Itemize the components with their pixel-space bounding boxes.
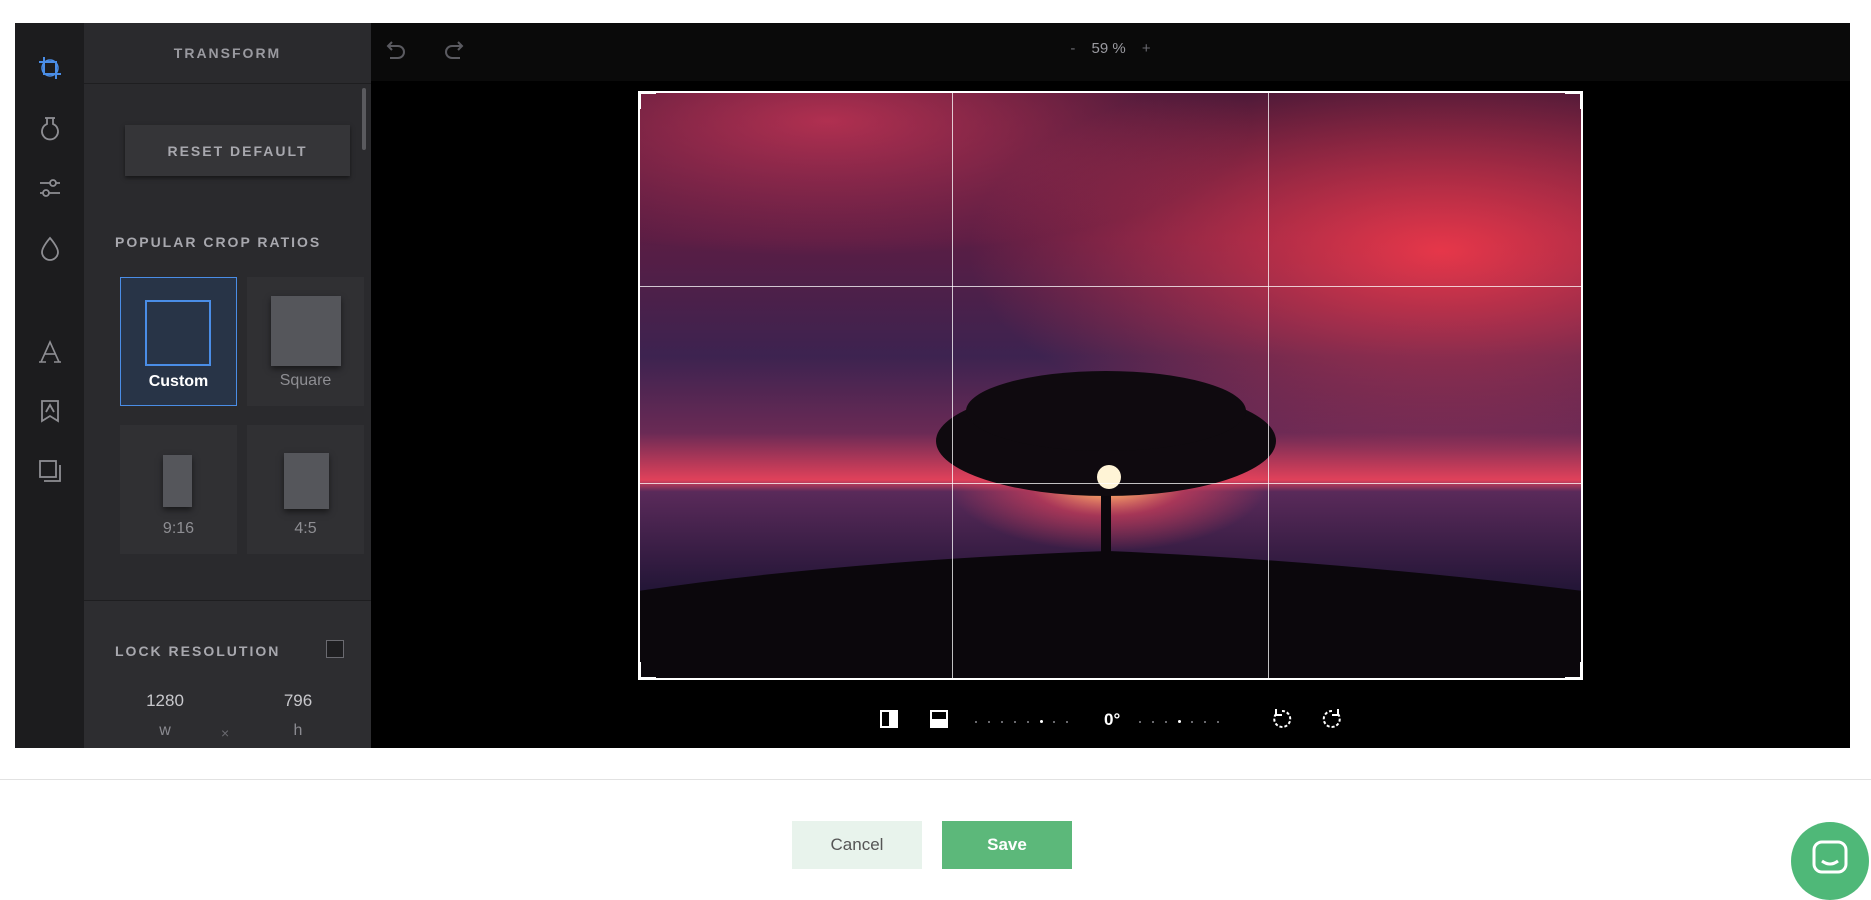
rotate-right-icon[interactable] <box>1318 705 1346 733</box>
zoom-in-button[interactable]: + <box>1130 40 1163 57</box>
panel-header: TRANSFORM <box>84 23 371 84</box>
ratio-custom-label: Custom <box>148 373 209 390</box>
lock-resolution-checkbox[interactable] <box>326 640 344 658</box>
crop-frame <box>638 91 1583 680</box>
top-toolbar: - 59 % + <box>371 23 1850 81</box>
zoom-level: 59 % <box>1091 40 1126 57</box>
height-input[interactable]: 796 <box>243 691 353 711</box>
width-input[interactable]: 1280 <box>110 691 220 711</box>
crop-area[interactable] <box>638 91 1583 680</box>
crop-handle-top-left[interactable] <box>638 91 656 109</box>
rotation-angle: 0° <box>1104 710 1121 729</box>
ratio-square-shape <box>271 296 341 366</box>
flip-horizontal-icon[interactable] <box>875 705 903 733</box>
crop-handle-top-right[interactable] <box>1565 91 1583 109</box>
ratio-9-16-shape <box>163 455 192 507</box>
lock-resolution-section: LOCK RESOLUTION 1280 796 w h × <box>84 600 371 748</box>
panel-title: TRANSFORM <box>173 45 282 61</box>
zoom-control: - 59 % + <box>371 40 1850 57</box>
ratio-square-label: Square <box>279 372 332 389</box>
chat-icon <box>1812 840 1848 874</box>
ratio-custom[interactable]: Custom <box>120 277 237 406</box>
rotation-toolbar: 0° <box>371 703 1850 743</box>
flip-vertical-icon[interactable] <box>925 705 953 733</box>
ratio-4-5-label: 4:5 <box>294 520 317 537</box>
ratio-custom-shape <box>145 300 211 366</box>
rotation-slider[interactable] <box>971 703 1221 739</box>
drop-icon[interactable] <box>37 235 63 261</box>
crop-handle-bottom-right[interactable] <box>1565 662 1583 680</box>
frame-icon[interactable] <box>37 458 63 484</box>
cancel-button[interactable]: Cancel <box>792 821 922 869</box>
image-editor: TRANSFORM RESET DEFAULT POPULAR CROP RAT… <box>15 23 1850 748</box>
tool-rail <box>15 23 84 748</box>
save-button[interactable]: Save <box>942 821 1072 869</box>
ratio-4-5[interactable]: 4:5 <box>247 425 364 554</box>
crop-ratios-heading: POPULAR CROP RATIOS <box>115 234 322 250</box>
ratio-square[interactable]: Square <box>247 277 364 406</box>
text-icon[interactable] <box>37 339 63 365</box>
ratio-9-16-label: 9:16 <box>162 520 195 537</box>
ratio-9-16[interactable]: 9:16 <box>120 425 237 554</box>
footer-divider <box>0 779 1871 780</box>
lock-resolution-label: LOCK RESOLUTION <box>115 643 281 659</box>
panel-scrollbar[interactable] <box>362 88 366 150</box>
times-sign: × <box>221 725 230 741</box>
width-unit-label: w <box>159 722 171 739</box>
rotate-left-icon[interactable] <box>1268 705 1296 733</box>
sliders-icon[interactable] <box>37 175 63 201</box>
zoom-out-button[interactable]: - <box>1058 40 1087 57</box>
transform-panel: TRANSFORM RESET DEFAULT POPULAR CROP RAT… <box>84 23 371 748</box>
crop-icon[interactable] <box>37 55 63 81</box>
reset-default-button[interactable]: RESET DEFAULT <box>125 125 350 176</box>
height-unit-label: h <box>293 722 303 739</box>
ratio-4-5-shape <box>284 453 329 509</box>
chat-widget[interactable] <box>1791 822 1869 900</box>
sticker-icon[interactable] <box>37 398 63 424</box>
filter-icon[interactable] <box>37 115 63 141</box>
crop-handle-bottom-left[interactable] <box>638 662 656 680</box>
